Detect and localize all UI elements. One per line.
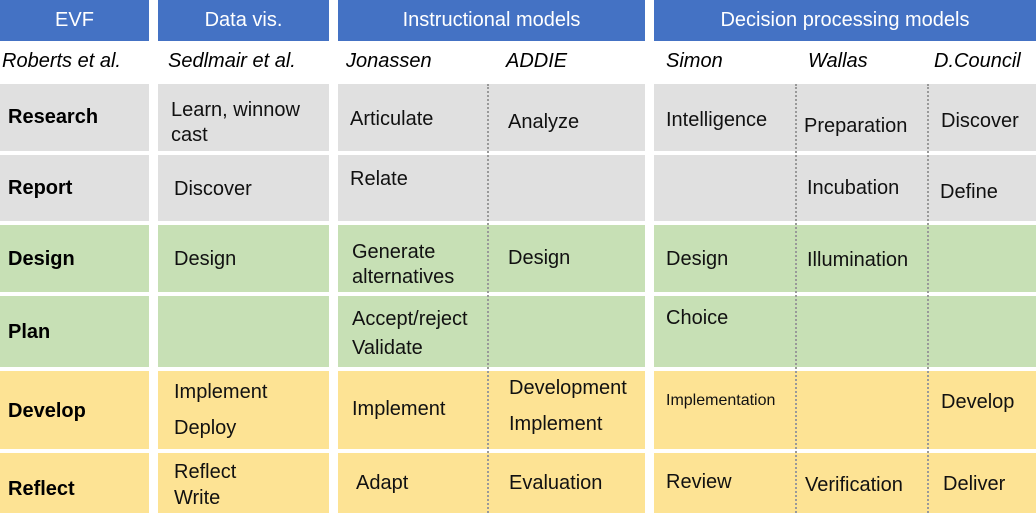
header-datavis-label: Data vis. xyxy=(204,9,283,31)
reflect-datavis-line2: Write xyxy=(174,487,221,509)
source-wallas: Wallas xyxy=(808,50,868,72)
design-wallas: Illumination xyxy=(807,249,909,271)
report-jonassen: Relate xyxy=(350,168,408,190)
row-label-design: Design xyxy=(8,248,75,270)
source-addie: ADDIE xyxy=(506,50,568,72)
header-decision-label: Decision processing models xyxy=(720,9,970,31)
separator-wallas-dcouncil xyxy=(927,84,929,513)
reflect-simon: Review xyxy=(666,471,732,493)
reflect-datavis-line1: Reflect xyxy=(174,461,237,483)
cell-plan-datavis xyxy=(158,296,329,367)
develop-addie-line1: Development xyxy=(509,377,627,399)
research-dcouncil: Discover xyxy=(941,110,1019,132)
research-wallas: Preparation xyxy=(804,115,908,137)
research-simon: Intelligence xyxy=(666,109,768,131)
source-roberts: Roberts et al. xyxy=(2,50,121,72)
plan-jonassen-line1: Accept/reject xyxy=(352,308,468,330)
report-dcouncil: Define xyxy=(940,181,998,203)
design-simon: Design xyxy=(666,248,729,270)
separator-simon-wallas xyxy=(795,84,797,513)
develop-simon: Implementation xyxy=(666,392,776,409)
design-addie: Design xyxy=(508,247,571,269)
header-decision-models: Decision processing models xyxy=(654,0,1036,41)
research-addie: Analyze xyxy=(508,111,580,133)
row-label-develop: Develop xyxy=(8,400,86,422)
plan-jonassen-line2: Validate xyxy=(352,337,423,359)
report-datavis: Discover xyxy=(174,178,252,200)
reflect-addie: Evaluation xyxy=(509,472,603,494)
design-jonassen-line2: alternatives xyxy=(352,266,455,288)
source-jonassen: Jonassen xyxy=(346,50,432,72)
develop-addie-line2: Implement xyxy=(509,413,603,435)
research-jonassen: Articulate xyxy=(350,108,434,130)
design-datavis: Design xyxy=(174,248,237,270)
separator-jonassen-addie xyxy=(487,84,489,513)
source-sedlmair: Sedlmair et al. xyxy=(168,50,296,72)
design-jonassen-line1: Generate xyxy=(352,241,436,263)
source-simon: Simon xyxy=(666,50,723,72)
develop-dcouncil: Develop xyxy=(941,391,1015,413)
reflect-jonassen: Adapt xyxy=(356,472,409,494)
research-datavis-line1: Learn, winnow xyxy=(171,99,300,121)
row-label-research: Research xyxy=(8,106,99,128)
plan-simon: Choice xyxy=(666,307,729,329)
reflect-dcouncil: Deliver xyxy=(943,473,1006,495)
row-label-plan: Plan xyxy=(8,321,51,343)
report-wallas: Incubation xyxy=(807,177,900,199)
develop-datavis-line1: Implement xyxy=(174,381,268,403)
header-instructional-label: Instructional models xyxy=(402,9,581,31)
develop-jonassen: Implement xyxy=(352,398,446,420)
header-evf-label: EVF xyxy=(55,9,94,31)
header-instructional-models: Instructional models xyxy=(338,0,645,41)
row-label-report: Report xyxy=(8,177,73,199)
develop-datavis-line2: Deploy xyxy=(174,417,237,439)
row-label-reflect: Reflect xyxy=(8,478,75,500)
research-datavis-line2: cast xyxy=(171,124,208,146)
header-datavis: Data vis. xyxy=(158,0,329,41)
reflect-wallas: Verification xyxy=(805,474,903,496)
header-evf: EVF xyxy=(0,0,149,41)
source-dcouncil: D.Council xyxy=(934,50,1021,72)
